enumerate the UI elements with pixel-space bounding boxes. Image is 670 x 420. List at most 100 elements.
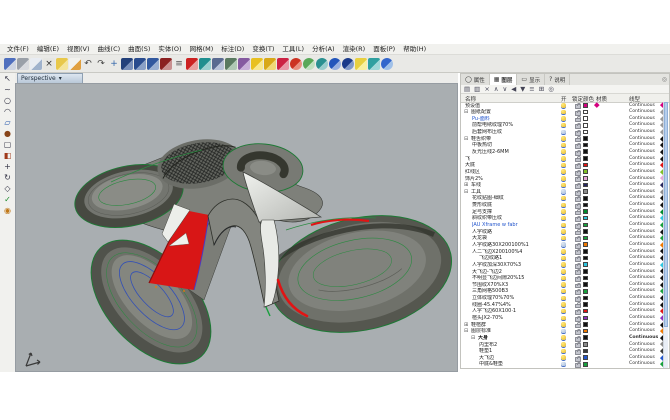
surface-icon[interactable]: ▱ [2,118,13,128]
layer-on-bulb-icon[interactable] [561,196,566,201]
layer-linetype[interactable]: Continuous [629,335,658,341]
layer-linetype[interactable]: Continuous [629,295,655,301]
layer-color-swatch[interactable] [583,355,588,360]
layer-on-bulb-icon[interactable] [561,176,566,181]
layer-color-swatch[interactable] [583,335,588,340]
menu-item[interactable]: 变换(T) [248,44,278,54]
layer-linetype[interactable]: Continuous [629,282,655,288]
layer-on-bulb-icon[interactable] [561,163,566,168]
layer-color-swatch[interactable] [583,189,588,194]
layer-row[interactable]: 红线区Continuous [461,168,667,175]
layer-linetype[interactable]: Continuous [629,162,655,168]
layer-linetype[interactable]: Continuous [629,149,655,155]
layer-on-bulb-icon[interactable] [561,256,566,261]
layer-row[interactable]: 飞Continuous [461,155,667,162]
open-folder-icon[interactable] [56,58,68,70]
layer-color-swatch[interactable] [583,302,588,307]
layer-on-bulb-icon[interactable] [561,296,566,301]
layer-color-swatch[interactable] [583,296,588,301]
layer-on-bulb-icon[interactable] [561,216,566,221]
curve-icon[interactable]: ~ [2,85,13,95]
expander-icon[interactable]: ⊟ [464,109,468,115]
layer-on-bulb-icon[interactable] [561,156,566,161]
layer-linetype[interactable]: Continuous [629,142,655,148]
layer-scrollbar[interactable] [663,102,668,368]
layer-color-swatch[interactable] [583,242,588,247]
layer-linetype[interactable]: Continuous [629,342,655,348]
layer-linetype[interactable]: Continuous [629,235,655,241]
collapse-icon[interactable]: ◀ [511,85,516,93]
earth-icon[interactable] [381,58,393,70]
layer-linetype[interactable]: Continuous [629,156,655,162]
layer-color-swatch[interactable] [583,203,588,208]
expand-all-icon[interactable]: ⊞ [539,85,544,93]
menu-item[interactable]: 分析(A) [308,44,339,54]
pan-icon[interactable]: + [108,58,120,70]
layer-color-swatch[interactable] [583,282,588,287]
layer-color-swatch[interactable] [583,183,588,188]
layer-row[interactable]: 飞边纹路1Continuous [461,255,667,262]
expander-icon[interactable]: ⊟ [464,328,468,334]
layer-row[interactable]: 节围纹X70%X3Continuous [461,281,667,288]
layer-linetype[interactable]: Continuous [629,176,655,182]
layer-on-bulb-icon[interactable] [561,183,566,188]
layer-on-bulb-icon[interactable] [561,149,566,154]
layer-on-bulb-icon[interactable] [561,116,566,121]
layer-color-swatch[interactable] [583,349,588,354]
layer-on-bulb-icon[interactable] [561,236,566,241]
check-icon[interactable]: ✓ [2,195,13,205]
layer-linetype[interactable]: Continuous [629,195,655,201]
menu-item[interactable]: 视图(V) [63,44,94,54]
viewport-canvas[interactable] [15,83,458,372]
layer-row[interactable]: 大飞边Continuous [461,354,667,361]
rotate-view-icon[interactable] [160,58,172,70]
layer-color-swatch[interactable] [583,103,588,108]
layer-row[interactable]: ⊟图纸配置Continuous [461,109,667,116]
delete-layer-icon[interactable]: × [484,85,489,93]
layer-color-swatch[interactable] [583,209,588,214]
layer-row[interactable]: ⊟大身Continuous [461,334,667,341]
layer-on-bulb-icon[interactable] [561,169,566,174]
layer-linetype[interactable]: Continuous [629,109,655,115]
zoom-window-icon[interactable] [121,58,133,70]
layer-row[interactable]: ⊟鞋舌织带Continuous [461,135,667,142]
filter-icon[interactable]: ▼ [520,85,525,93]
layer-row[interactable]: 饰片2%Continuous [461,175,667,182]
panel-menu-icon[interactable]: ◎ [662,76,667,83]
layer-linetype[interactable]: Continuous [629,189,655,195]
layer-row[interactable]: 大底Continuous [461,162,667,169]
layer-color-swatch[interactable] [583,309,588,314]
layer-color-swatch[interactable] [583,342,588,347]
menu-item[interactable]: 编辑(E) [33,44,63,54]
layer-row[interactable]: 菱形纹底Continuous [461,202,667,209]
layer-row[interactable]: Pu-面料Continuous [461,115,667,122]
layer-row[interactable]: 中板热切Continuous [461,142,667,149]
layer-linetype[interactable]: Continuous [629,308,655,314]
panel-tab-说明[interactable]: ?说明 [545,74,570,85]
expander-icon[interactable]: ⊟ [464,136,468,142]
save-icon[interactable] [4,58,16,70]
layer-color-swatch[interactable] [583,362,588,367]
layer-linetype[interactable]: Continuous [629,202,655,208]
circle-icon[interactable]: ○ [2,96,13,106]
panel-tab-显示[interactable]: ▭显示 [517,74,545,85]
layer-on-bulb-icon[interactable] [561,269,566,274]
layer-on-bulb-icon[interactable] [561,276,566,281]
layer-linetype[interactable]: Continuous [629,355,655,361]
layer-linetype[interactable]: Continuous [629,129,655,135]
layer-color-swatch[interactable] [583,130,588,135]
lamp-icon[interactable] [251,58,263,70]
expander-icon[interactable]: ⊞ [464,182,468,188]
layer-on-bulb-icon[interactable] [561,103,566,108]
layer-row[interactable]: 预设值Continuous [461,102,667,109]
layer-row[interactable]: 后套网布压纹Continuous [461,129,667,136]
layer-linetype[interactable]: Continuous [629,275,655,281]
layer-on-bulb-icon[interactable] [561,242,566,247]
sun-icon[interactable] [355,58,367,70]
menu-item[interactable]: 曲线(C) [94,44,125,54]
new-sublayer-icon[interactable]: ▥ [474,85,480,93]
render-globe-green-icon[interactable] [303,58,315,70]
layer-row[interactable]: 楦头JX2-70%Continuous [461,315,667,322]
move-down-icon[interactable]: ∨ [503,85,508,93]
render-globe-navy-icon[interactable] [342,58,354,70]
